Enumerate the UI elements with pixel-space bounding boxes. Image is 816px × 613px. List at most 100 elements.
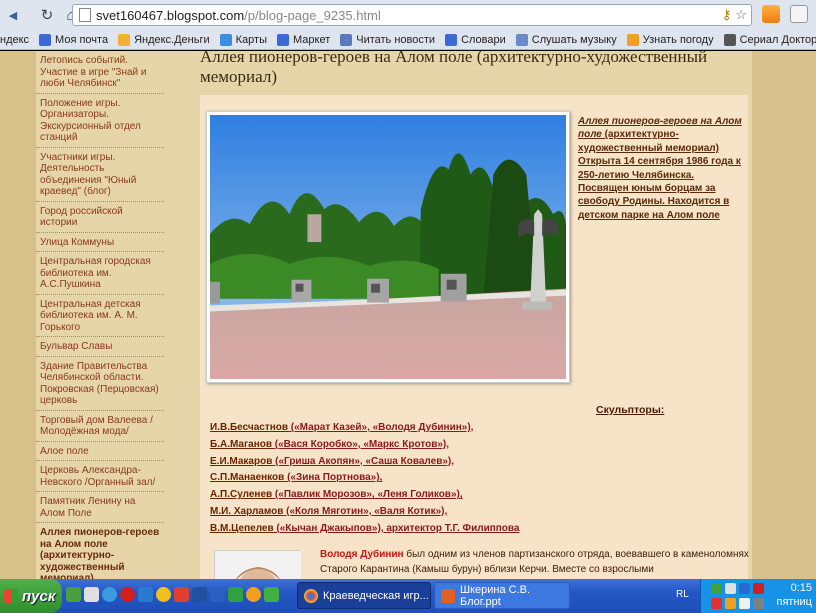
windows-logo-icon [4, 589, 18, 603]
reload-icon[interactable]: ↻ [38, 6, 56, 24]
wrench-icon[interactable] [790, 5, 808, 23]
quicklaunch-icon-8[interactable] [192, 587, 207, 602]
bookmark-item[interactable]: Читать новости [340, 34, 435, 46]
taskbar: пуск Краеведческая игр... Шкерина С.В. Б… [0, 579, 816, 613]
web-page: Летопись событий. Участие в игре "Знай и… [0, 51, 816, 579]
quicklaunch-icon-2[interactable] [84, 587, 99, 602]
sculptor-name: Б.А.Маганов [210, 438, 273, 450]
bookmark-item[interactable]: ндекс [0, 34, 29, 46]
sidebar-page-link[interactable]: Центральная детская библиотека им. А. М.… [36, 295, 164, 337]
chrome-icon [304, 588, 318, 603]
start-button[interactable]: пуск [0, 579, 62, 613]
address-bar[interactable]: svet160467.blogspot.com/p/blog-page_9235… [72, 4, 752, 26]
tray-icon-6[interactable] [725, 598, 736, 609]
sidebar-page-link[interactable]: Здание Правительства Челябинской области… [36, 357, 164, 411]
quicklaunch-icon-9[interactable] [210, 587, 225, 602]
quicklaunch-icon-7[interactable] [174, 587, 189, 602]
task-powerpoint-label: Шкерина С.В. Блог.ppt [460, 583, 531, 608]
memorial-photo-image [210, 115, 566, 379]
bookmark-label: Маркет [293, 34, 331, 46]
bookmark-item[interactable]: Маркет [277, 34, 330, 46]
quicklaunch-icon-3[interactable] [102, 587, 117, 602]
bookmark-item[interactable]: Узнать погоду [626, 34, 714, 46]
sculptor-name: М.И. Харламов [210, 505, 284, 517]
memorial-photo[interactable] [206, 111, 570, 383]
bookmark-item[interactable]: Сериал Доктор Хаус… [723, 34, 816, 46]
bookmarks-bar: ндекс Моя почта Яндекс.Деньги Карты Маркет Чи… [0, 30, 816, 50]
page-margin-left [0, 51, 36, 579]
sculptor-name: С.П.Манаенков [210, 472, 285, 484]
sidebar-page-link[interactable]: Положение игры. Организаторы. Экскурсион… [36, 94, 164, 148]
bookmark-item[interactable]: Слушать музыку [515, 34, 617, 46]
sidebar-page-link[interactable]: Бульвар Славы [36, 337, 164, 357]
tray-icon-4[interactable] [753, 583, 764, 594]
sidebar-page-link[interactable]: Торговый дом Валеева / Молодёжная мода/ [36, 411, 164, 442]
bookmark-label: Слушать музыку [531, 34, 617, 46]
tray-icon-3[interactable] [739, 583, 750, 594]
bookmark-label: Сериал Доктор Хаус… [739, 34, 816, 46]
sculptor-name: А.П.Суленев [210, 489, 273, 501]
bookmark-label: Узнать погоду [642, 34, 714, 46]
quicklaunch-icon-11[interactable] [246, 587, 261, 602]
bookmark-label: Карты [235, 34, 267, 46]
sidebar-page-link[interactable]: Участники игры. Деятельность объединения… [36, 148, 164, 202]
sculptors-heading: Скульпторы: [596, 404, 665, 416]
sculptor-row: И.В.Бесчастнов («Марат Казей», «Володя Д… [210, 420, 610, 437]
sculptor-name: Е.И.Макаров [210, 455, 273, 467]
bookmark-icon [340, 34, 353, 46]
star-icon[interactable]: ☆ [735, 7, 747, 23]
system-tray: 0:15 пятниц [700, 579, 816, 613]
bookmark-item[interactable]: Словари [445, 34, 506, 46]
language-indicator[interactable]: RL [676, 589, 689, 600]
task-powerpoint[interactable]: Шкерина С.В. Блог.ppt [434, 582, 570, 609]
bookmark-icon [723, 34, 736, 46]
sculptor-row: Б.А.Маганов («Вася Коробко», «Маркс Крот… [210, 437, 610, 454]
sidebar-page-link[interactable]: Центральная городская библиотека им. А.С… [36, 252, 164, 295]
sculptor-works: («Кычан Джакыпов»), архитектор Т.Г. Фили… [273, 522, 520, 534]
bookmark-item[interactable]: Моя почта [39, 34, 108, 46]
sidebar-page-link[interactable]: Памятник Ленину на Алом Поле [36, 492, 164, 523]
clock-day: пятниц [776, 596, 812, 608]
post-body: Аллея пионеров-героев на Алом поле (архи… [200, 95, 749, 579]
sculptor-row: А.П.Суленев («Павлик Морозов», «Леня Гол… [210, 487, 610, 504]
clock[interactable]: 0:15 пятниц [777, 581, 812, 609]
sculptor-row: С.П.Манаенков («Зина Портнова»), [210, 470, 610, 487]
tray-icon-8[interactable] [753, 598, 764, 609]
bookmark-item[interactable]: Карты [219, 34, 267, 46]
extension-icon[interactable] [762, 5, 780, 23]
browser-chrome: ◀ ↻ ⌂ svet160467.blogspot.com/p/blog-pag… [0, 0, 816, 50]
bookmark-item[interactable]: Яндекс.Деньги [118, 34, 210, 46]
bookmark-icon [515, 34, 528, 46]
sculptor-works: («Павлик Морозов», «Леня Голиков»), [272, 489, 463, 501]
bookmark-label: Моя почта [55, 34, 109, 46]
quicklaunch-icon-4[interactable] [120, 587, 135, 602]
bookmark-icon [445, 34, 458, 46]
sculptor-works: («Гриша Акопян», «Саша Ковалев»), [272, 455, 455, 467]
tray-icon-7[interactable] [739, 598, 750, 609]
quicklaunch-icon-12[interactable] [264, 587, 279, 602]
back-icon[interactable]: ◀ [4, 6, 22, 24]
hero-portrait[interactable] [214, 550, 301, 579]
sidebar-page-link[interactable]: Город российской истории [36, 202, 164, 233]
tray-icon-1[interactable] [711, 583, 722, 594]
quicklaunch-icon-6[interactable] [156, 587, 171, 602]
sidebar-page-link[interactable]: Аллея пионеров-героев на Алом поле (архи… [36, 523, 164, 579]
sidebar-page-link[interactable]: Летопись событий. Участие в игре "Знай и… [36, 51, 164, 94]
sidebar-page-link[interactable]: Церковь Александра-Невского /Органный за… [36, 461, 164, 492]
quicklaunch-icon-10[interactable] [228, 587, 243, 602]
task-browser[interactable]: Краеведческая игр... [297, 582, 431, 609]
sidebar-page-link[interactable]: Алое поле [36, 442, 164, 461]
task-browser-label: Краеведческая игр... [323, 589, 429, 602]
key-icon[interactable]: ⚷ [722, 7, 732, 23]
quicklaunch-icon-5[interactable] [138, 587, 153, 602]
bookmark-label: Яндекс.Деньги [134, 34, 210, 46]
clock-time: 0:15 [790, 582, 812, 594]
hero-portrait-image [215, 551, 301, 579]
sculptor-works: («Зина Портнова»), [284, 472, 383, 484]
sidebar-page-link[interactable]: Улица Коммуны [36, 233, 164, 252]
tray-icon-2[interactable] [725, 583, 736, 594]
tray-icon-5[interactable] [711, 598, 722, 609]
sidebar-pages-list: Летопись событий. Участие в игре "Знай и… [36, 51, 164, 579]
sculptor-row: М.И. Харламов («Коля Мяготин», «Валя Кот… [210, 504, 610, 521]
quicklaunch-icon-1[interactable] [66, 587, 81, 602]
